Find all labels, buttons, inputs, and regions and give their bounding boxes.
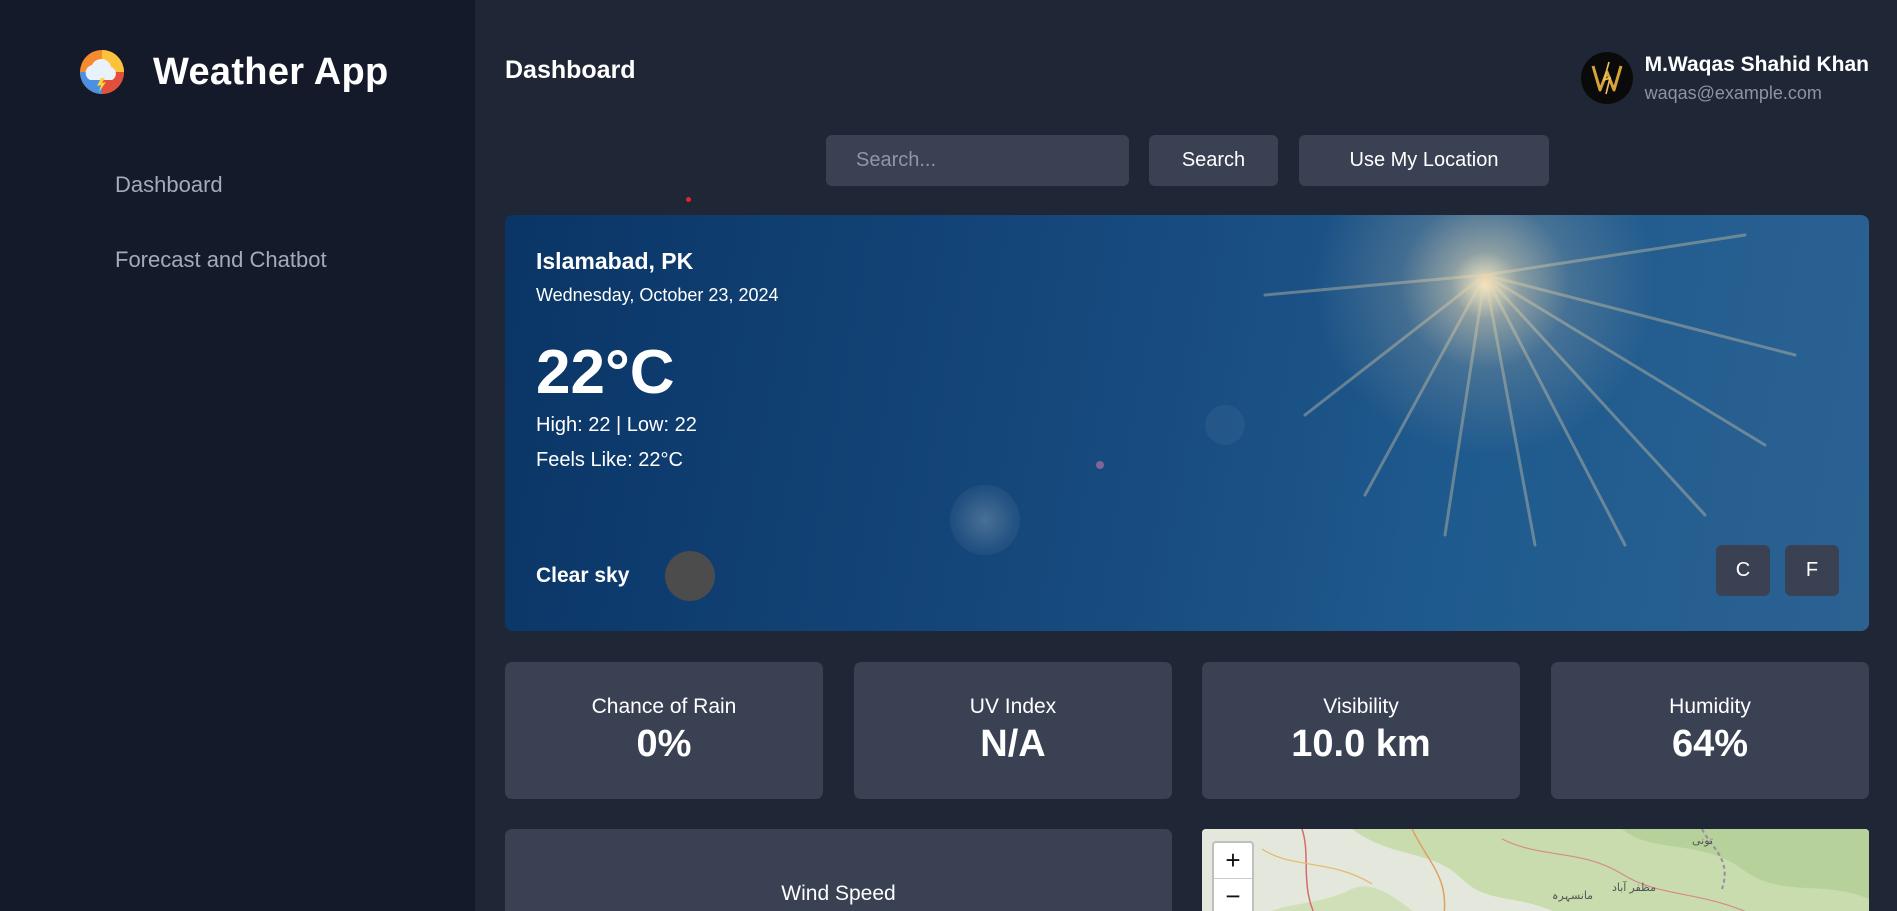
stat-label: Humidity [1669, 695, 1751, 718]
stat-value: 64% [1671, 723, 1749, 765]
stat-label: UV Index [969, 695, 1057, 718]
map-label-place: تونی [1692, 835, 1713, 847]
stat-value: N/A [980, 723, 1046, 765]
page-title: Dashboard [505, 56, 636, 84]
current-temperature: 22°C [536, 338, 675, 407]
celsius-button[interactable]: C [1716, 545, 1770, 596]
current-weather-info: Islamabad, PK Wednesday, October 23, 202… [536, 247, 779, 472]
red-dot-marker [686, 197, 691, 202]
city-name: Islamabad, PK [536, 248, 694, 274]
feels-like-temperature: Feels Like: 22°C [536, 449, 683, 471]
app-title: Weather App [153, 50, 389, 93]
stat-value: 10.0 km [1291, 723, 1431, 765]
stat-label: Visibility [1323, 695, 1399, 718]
sidebar: Weather App Dashboard Forecast and Chatb… [0, 0, 475, 911]
stat-card-visibility: Visibility 10.0 km [1202, 662, 1520, 799]
unit-toggle: C F [1701, 545, 1839, 596]
use-my-location-button[interactable]: Use My Location [1299, 135, 1549, 186]
map-label-place: مظفر آباد [1612, 882, 1656, 894]
zoom-out-button[interactable]: − [1214, 879, 1252, 911]
condition-text: Clear sky [536, 564, 630, 587]
user-profile[interactable]: M.Waqas Shahid Khan waqas@example.com [1580, 52, 1869, 106]
search-input[interactable] [826, 135, 1129, 186]
user-name: M.Waqas Shahid Khan [1644, 53, 1869, 76]
current-weather-card: Islamabad, PK Wednesday, October 23, 202… [505, 215, 1869, 631]
lens-flare [950, 485, 1020, 555]
user-email: waqas@example.com [1644, 83, 1822, 103]
avatar [1580, 52, 1633, 104]
weather-condition-icon [665, 551, 716, 601]
sidebar-nav: Dashboard Forecast and Chatbot [115, 168, 327, 318]
fahrenheit-button[interactable]: F [1785, 545, 1839, 596]
wind-speed-card: Wind Speed [505, 829, 1172, 911]
stat-card-chance-of-rain: Chance of Rain 0% [505, 662, 823, 799]
stat-value: 0% [636, 723, 692, 765]
stat-card-humidity: Humidity 64% [1551, 662, 1869, 799]
map-zoom-control: + − [1212, 841, 1254, 911]
user-text: M.Waqas Shahid Khan waqas@example.com [1645, 52, 1869, 106]
map-label-place: مانسہرہ [1552, 890, 1594, 902]
sidebar-item-dashboard[interactable]: Dashboard [115, 168, 327, 243]
stat-card-uv-index: UV Index N/A [854, 662, 1172, 799]
search-bar: Search Use My Location [826, 135, 1549, 186]
w-monogram-icon [1591, 61, 1623, 95]
search-button[interactable]: Search [1149, 135, 1278, 186]
weather-condition: Clear sky [536, 551, 716, 601]
zoom-in-button[interactable]: + [1214, 843, 1252, 879]
weather-logo-icon [78, 48, 126, 96]
app-root: Weather App Dashboard Forecast and Chatb… [0, 0, 1897, 911]
current-date: Wednesday, October 23, 2024 [536, 285, 779, 305]
wind-speed-label: Wind Speed [781, 882, 896, 905]
map-widget[interactable]: مانسہرہ مظفر آباد تونی + − [1202, 829, 1869, 911]
main-content: Dashboard M.Waqas Shahid Khan waqas@exam… [475, 0, 1897, 911]
high-low-temperature: High: 22 | Low: 22 [536, 414, 697, 436]
map-tiles [1202, 829, 1869, 911]
sidebar-item-forecast-chatbot[interactable]: Forecast and Chatbot [115, 243, 327, 318]
stat-label: Chance of Rain [591, 695, 737, 718]
brand: Weather App [78, 48, 389, 96]
